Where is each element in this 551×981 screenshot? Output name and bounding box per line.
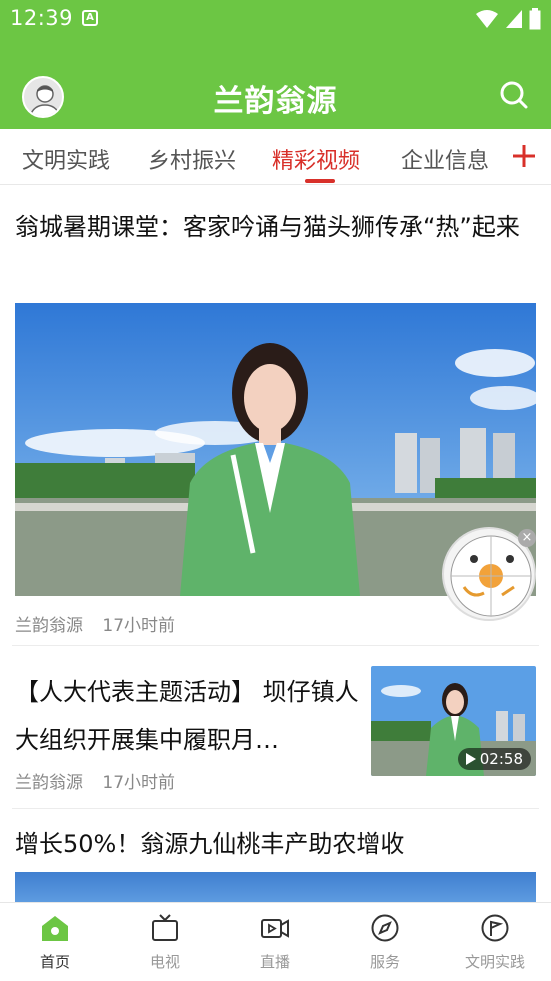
nav-label: 文明实践 bbox=[464, 953, 525, 971]
tab-civilization-practice[interactable]: 文明实践 bbox=[22, 143, 110, 175]
nav-home[interactable]: 首页 bbox=[0, 903, 110, 981]
tab-enterprise-info[interactable]: 企业信息 bbox=[401, 143, 489, 175]
tab-featured-videos[interactable]: 精彩视频 bbox=[272, 143, 360, 175]
tab-rural-revitalization[interactable]: 乡村振兴 bbox=[148, 143, 236, 175]
nav-label: 直播 bbox=[259, 953, 290, 971]
nav-civilization-practice[interactable]: 文明实践 bbox=[440, 903, 550, 981]
nav-label: 首页 bbox=[39, 953, 70, 971]
divider bbox=[12, 808, 539, 809]
article-title[interactable]: 翁城暑期课堂：客家吟诵与猫头狮传承“热”起来 bbox=[15, 204, 535, 250]
status-time: 12:39 bbox=[10, 6, 74, 30]
article-source: 兰韵翁源 bbox=[15, 616, 83, 636]
article-time: 17小时前 bbox=[102, 616, 176, 636]
nav-live[interactable]: 直播 bbox=[220, 903, 330, 981]
article-meta: 兰韵翁源 17小时前 bbox=[15, 768, 175, 793]
nav-tv[interactable]: 电视 bbox=[110, 903, 220, 981]
add-channel-icon[interactable] bbox=[511, 143, 537, 169]
signal-icon bbox=[506, 10, 522, 28]
article-title[interactable]: 【人大代表主题活动】 坝仔镇人大组织开展集中履职月… bbox=[15, 668, 360, 764]
category-tabs: 文明实践 乡村振兴 精彩视频 企业信息 bbox=[0, 129, 551, 185]
article-meta: 兰韵翁源 17小时前 bbox=[15, 611, 175, 636]
tv-icon bbox=[152, 914, 178, 941]
flag-icon bbox=[481, 914, 509, 942]
duration-text: 02:58 bbox=[479, 750, 523, 768]
page-title: 兰韵翁源 bbox=[213, 84, 338, 119]
live-icon bbox=[261, 919, 289, 938]
nav-label: 服务 bbox=[369, 953, 400, 971]
bottom-navigation: 首页 电视 直播 服务 文明实践 bbox=[0, 902, 551, 981]
status-indicators bbox=[475, 8, 541, 30]
close-icon[interactable]: × bbox=[518, 529, 536, 547]
nav-service[interactable]: 服务 bbox=[330, 903, 440, 981]
play-icon bbox=[465, 753, 476, 765]
article-title[interactable]: 增长50%！翁源九仙桃丰产助农增收 bbox=[15, 822, 535, 866]
battery-icon bbox=[529, 8, 541, 30]
app-header: 兰韵翁源 bbox=[0, 38, 551, 129]
status-bar: 12:39 A bbox=[0, 0, 551, 38]
search-icon[interactable] bbox=[499, 80, 529, 110]
wifi-icon bbox=[476, 10, 498, 28]
notification-icon: A bbox=[82, 10, 98, 26]
nav-label: 电视 bbox=[149, 953, 180, 971]
video-duration-badge: 02:58 bbox=[457, 748, 531, 770]
home-icon bbox=[42, 916, 68, 941]
article-time: 17小时前 bbox=[102, 773, 176, 793]
divider bbox=[12, 645, 539, 646]
article-source: 兰韵翁源 bbox=[15, 773, 83, 793]
article-image[interactable] bbox=[15, 872, 536, 902]
active-tab-indicator bbox=[305, 179, 335, 183]
compass-icon bbox=[371, 914, 399, 942]
video-thumbnail[interactable]: 02:58 bbox=[371, 666, 536, 776]
